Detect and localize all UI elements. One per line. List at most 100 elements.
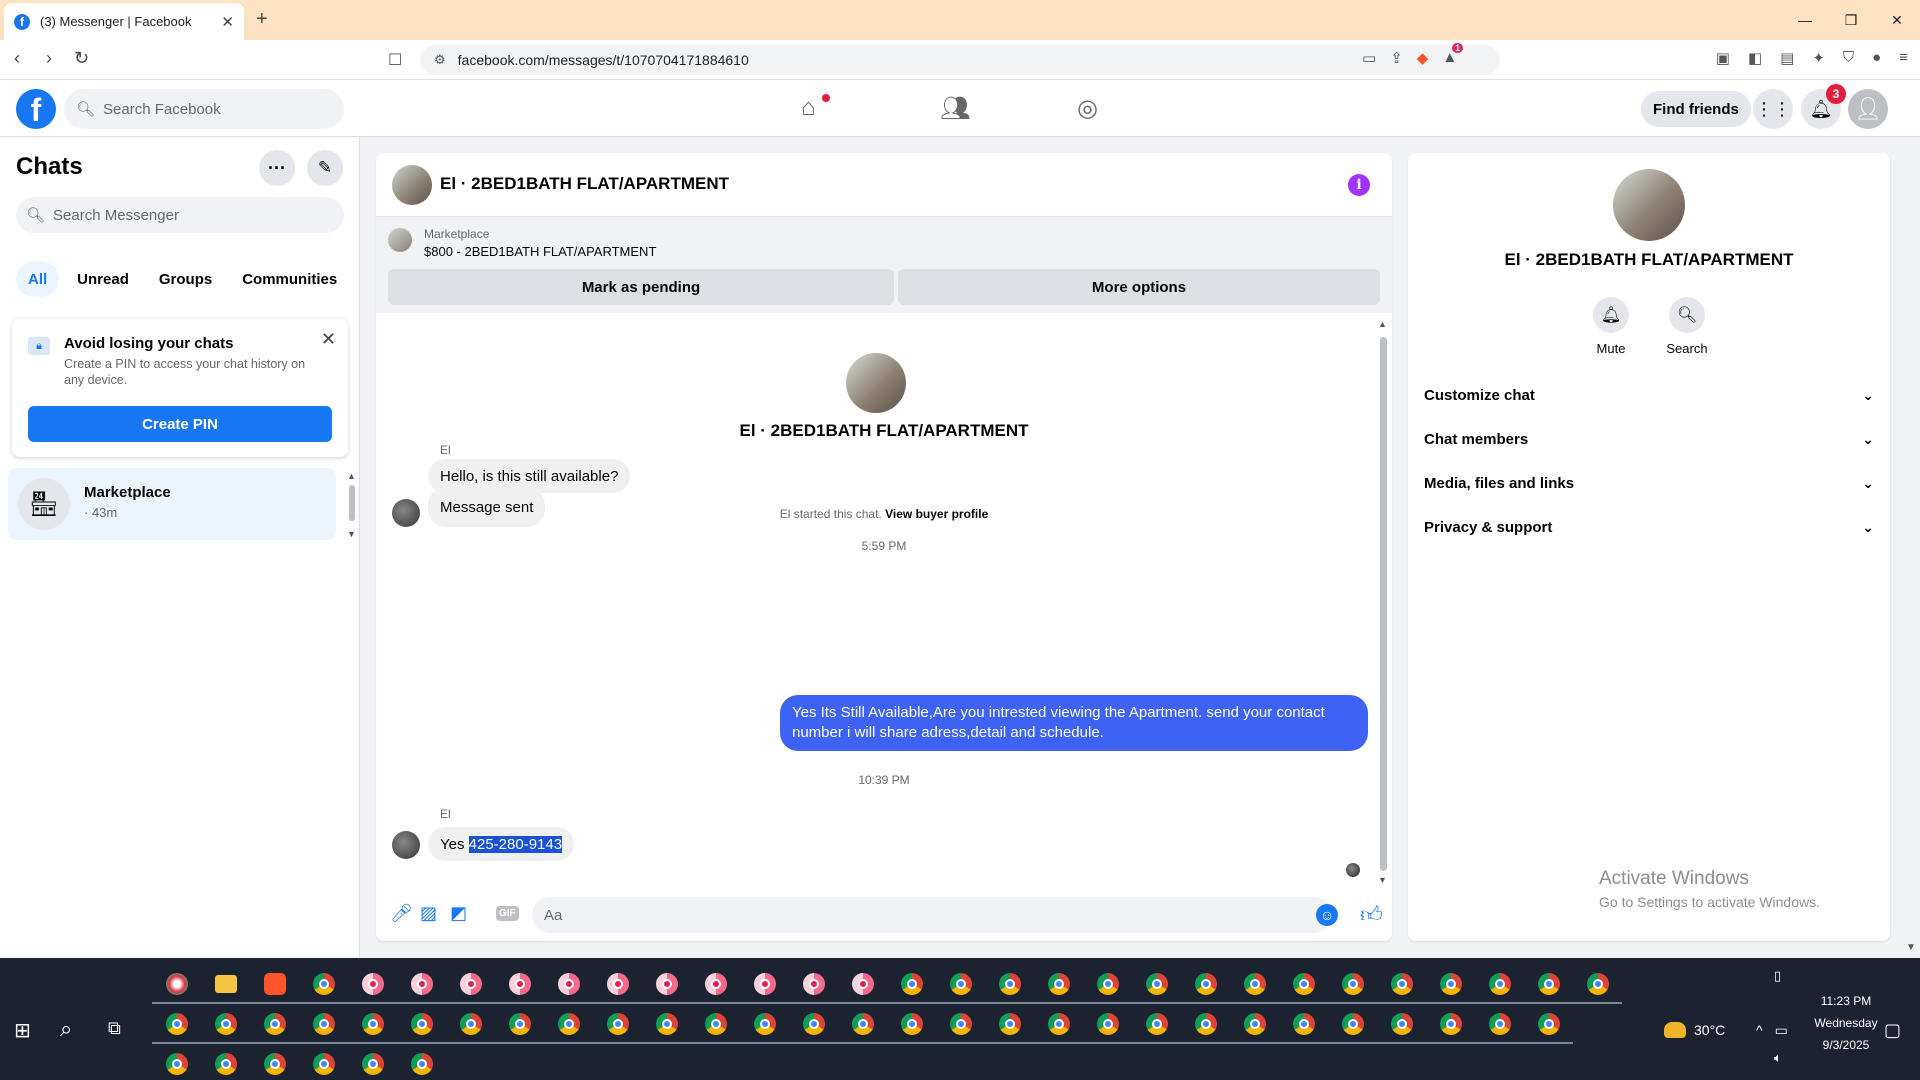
menu-grid-icon[interactable]: ⋮⋮ xyxy=(1753,89,1793,129)
scroll-up-icon[interactable]: ▲ xyxy=(1378,319,1387,329)
scroll-thumb[interactable] xyxy=(349,485,355,521)
taskbar-app-button[interactable] xyxy=(985,1006,1034,1044)
taskbar-app-button[interactable] xyxy=(446,966,495,1004)
mute-action[interactable]: 🔔︎ Mute xyxy=(1576,297,1646,356)
page-scroll-down-icon[interactable]: ▼ xyxy=(1906,942,1916,953)
info-icon[interactable]: i xyxy=(1348,174,1370,196)
taskbar-app-button[interactable] xyxy=(642,1006,691,1044)
taskbar-app-button[interactable] xyxy=(838,1006,887,1044)
facebook-logo-icon[interactable]: f xyxy=(16,89,56,129)
taskbar-app-button[interactable] xyxy=(985,966,1034,1004)
search-icon[interactable]: 🔍︎ xyxy=(1669,297,1705,333)
incoming-message[interactable]: Message sent xyxy=(428,487,546,527)
taskbar-app-button[interactable] xyxy=(152,966,201,1004)
close-icon[interactable]: ✕ xyxy=(321,329,336,350)
taskbar-app-button[interactable] xyxy=(1083,1006,1132,1044)
taskbar-clock[interactable]: 11:23 PM Wednesday 9/3/2025 xyxy=(1798,990,1894,1056)
scroll-down-icon[interactable]: ▼ xyxy=(1378,875,1387,885)
taskbar-app-button[interactable] xyxy=(446,1006,495,1044)
groups-icon[interactable]: ◎ xyxy=(1077,94,1098,123)
brave-shields-icon[interactable]: ◆ xyxy=(1417,49,1429,67)
notification-center-icon[interactable]: ▢ xyxy=(1884,1020,1901,1041)
address-bar[interactable]: ⚙ facebook.com/messages/t/10707041718846… xyxy=(420,45,1500,75)
reader-mode-icon[interactable]: ▣ xyxy=(1716,49,1730,67)
selected-phone-number[interactable]: 425-280-9143 xyxy=(468,835,563,853)
listing-thumbnail[interactable] xyxy=(388,228,412,252)
brave-rewards-icon[interactable]: ▲ 1 xyxy=(1442,43,1464,67)
taskbar-app-button[interactable] xyxy=(1377,966,1426,1004)
cast-icon[interactable]: ▭ xyxy=(1362,49,1376,67)
taskbar-app-button[interactable] xyxy=(348,1046,397,1080)
like-thumbs-up-icon[interactable]: 👍︎ xyxy=(1360,901,1383,928)
sidebar-icon[interactable]: ◧ xyxy=(1748,49,1762,67)
gif-icon[interactable]: GIF xyxy=(496,906,519,921)
taskbar-app-button[interactable] xyxy=(201,1046,250,1080)
wallet-icon[interactable]: ▤ xyxy=(1780,49,1794,67)
find-friends-button[interactable]: Find friends xyxy=(1641,91,1751,127)
create-pin-button[interactable]: Create PIN xyxy=(28,406,332,442)
home-icon[interactable]: ⌂ xyxy=(801,94,816,122)
taskbar-app-button[interactable] xyxy=(1132,966,1181,1004)
back-icon[interactable]: ‹ xyxy=(14,48,20,69)
taskbar-app-button[interactable] xyxy=(299,966,348,1004)
microphone-icon[interactable]: 🎤︎ xyxy=(390,903,413,924)
media-files-links-row[interactable]: Media, files and links ⌄ xyxy=(1424,461,1874,505)
conversation-scrollbar[interactable]: ▲ ▼ xyxy=(1376,319,1390,885)
chat-list-scrollbar[interactable]: ▲ ▼ xyxy=(346,471,358,543)
vpn-icon[interactable]: ⛉ xyxy=(1843,49,1854,67)
privacy-support-row[interactable]: Privacy & support ⌄ xyxy=(1424,505,1874,549)
chat-list-item[interactable]: 🏪︎ Marketplace · 43m xyxy=(8,468,336,540)
taskbar-app-button[interactable] xyxy=(1181,966,1230,1004)
filter-groups[interactable]: Groups xyxy=(147,261,224,297)
forward-icon[interactable]: › xyxy=(46,48,52,69)
taskbar-app-button[interactable] xyxy=(1034,966,1083,1004)
conversation-hero-avatar[interactable] xyxy=(846,353,906,413)
taskbar-app-button[interactable] xyxy=(1426,966,1475,1004)
taskbar-app-button[interactable] xyxy=(593,1006,642,1044)
taskbar-app-button[interactable] xyxy=(1524,1006,1573,1044)
incoming-message[interactable]: Yes 425-280-9143 xyxy=(428,827,575,861)
taskbar-app-button[interactable] xyxy=(1426,1006,1475,1044)
taskbar-app-button[interactable] xyxy=(397,1046,446,1080)
reload-icon[interactable]: ↻ xyxy=(74,48,89,69)
search-action[interactable]: 🔍︎ Search xyxy=(1652,297,1722,356)
scroll-down-icon[interactable]: ▼ xyxy=(347,529,356,539)
taskbar-app-button[interactable] xyxy=(1475,1006,1524,1044)
taskbar-app-button[interactable] xyxy=(1573,966,1622,1004)
friends-icon[interactable]: 👥︎ xyxy=(940,94,970,123)
taskbar-app-button[interactable] xyxy=(593,966,642,1004)
site-info-icon[interactable]: ⚙ xyxy=(434,52,446,68)
message-input[interactable]: Aa xyxy=(532,897,1332,933)
taskbar-app-button[interactable] xyxy=(740,966,789,1004)
taskbar-app-button[interactable] xyxy=(1083,966,1132,1004)
taskbar-app-button[interactable] xyxy=(250,966,299,1004)
browser-menu-icon[interactable]: ≡ xyxy=(1899,49,1908,67)
tray-device-icon[interactable]: ▯ xyxy=(1774,968,1781,984)
taskbar-app-button[interactable] xyxy=(789,1006,838,1044)
weather-widget[interactable]: 30°C xyxy=(1664,1022,1725,1038)
chats-options-button[interactable]: ··· xyxy=(259,150,295,186)
listing-title[interactable]: $800 - 2BED1BATH FLAT/APARTMENT xyxy=(424,244,656,259)
taskbar-search-icon[interactable]: ⌕ xyxy=(60,1016,72,1042)
taskbar-app-button[interactable] xyxy=(1230,1006,1279,1044)
taskbar-app-button[interactable] xyxy=(152,1046,201,1080)
taskbar-app-button[interactable] xyxy=(887,1006,936,1044)
scroll-thumb[interactable] xyxy=(1380,337,1387,871)
taskbar-app-button[interactable] xyxy=(838,966,887,1004)
taskbar-app-button[interactable] xyxy=(397,1006,446,1044)
chat-members-row[interactable]: Chat members ⌄ xyxy=(1424,417,1874,461)
messenger-search-input[interactable]: 🔍︎ Search Messenger xyxy=(16,197,344,233)
taskbar-app-button[interactable] xyxy=(1181,1006,1230,1044)
taskbar-app-button[interactable] xyxy=(1279,1006,1328,1044)
taskbar-app-button[interactable] xyxy=(789,966,838,1004)
filter-all[interactable]: All xyxy=(16,261,60,297)
windows-start-icon[interactable]: ⊞ xyxy=(14,1018,31,1043)
taskbar-app-button[interactable] xyxy=(691,966,740,1004)
conversation-title[interactable]: El · 2BED1BATH FLAT/APARTMENT xyxy=(440,174,729,194)
restore-icon[interactable]: ❐ xyxy=(1828,0,1874,40)
facebook-search-input[interactable]: 🔍︎ Search Facebook xyxy=(64,89,344,129)
outgoing-message[interactable]: Yes Its Still Available,Are you intreste… xyxy=(780,695,1368,751)
taskbar-app-button[interactable] xyxy=(201,1006,250,1044)
emoji-icon[interactable]: ☺ xyxy=(1316,904,1338,926)
taskbar-app-button[interactable] xyxy=(348,1006,397,1044)
